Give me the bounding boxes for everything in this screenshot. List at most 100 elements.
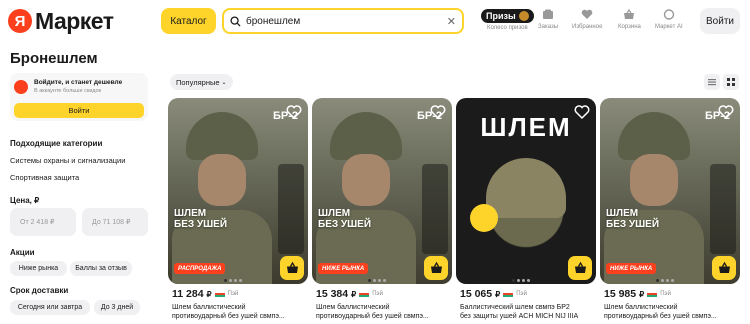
- login-promo-title: Войдите, и станет дешевле: [34, 79, 123, 86]
- add-to-cart-button[interactable]: [280, 256, 304, 280]
- image-carousel-dots[interactable]: [224, 279, 242, 282]
- product-title-line-1[interactable]: Шлем баллистический: [172, 304, 246, 311]
- payment-brand: Пэй: [372, 291, 383, 297]
- yandex-market-logo[interactable]: Я Маркет: [8, 8, 114, 34]
- page-title: Бронешлем: [10, 50, 98, 67]
- grid-view-icon: [727, 78, 735, 86]
- promo-chip-review-points[interactable]: Баллы за отзыв: [70, 261, 132, 276]
- list-view-button[interactable]: [704, 74, 720, 90]
- login-promo-card: Войдите, и станет дешевле В аккаунте бол…: [10, 73, 148, 121]
- feature-strip: [710, 164, 736, 254]
- chevron-down-icon: ⌄: [221, 79, 227, 86]
- sort-label: Популярные: [176, 77, 220, 87]
- cart-icon: [430, 262, 442, 273]
- payment-flag-icon: [647, 291, 658, 297]
- header: Я Маркет Каталог ✕ Призы Колесо призов З…: [0, 0, 750, 44]
- promo-chip-below-market[interactable]: Ниже рынка: [10, 261, 67, 276]
- coin-icon: [518, 11, 529, 21]
- product-image-caption: ШЛЕМ БЕЗ УШЕЙ: [318, 208, 372, 230]
- product-price: 11 284 ₽ Пэй: [172, 288, 238, 300]
- product-price: 15 065 ₽ Пэй: [460, 288, 527, 300]
- prizes-wheel-link[interactable]: Призы Колесо призов: [481, 9, 534, 31]
- promo-badge: РАСПРОДАЖА: [174, 263, 226, 274]
- logo-text: Маркет: [35, 7, 114, 34]
- category-link[interactable]: Спортивная защита: [10, 173, 79, 182]
- favorite-heart-icon[interactable]: [574, 104, 590, 120]
- login-promo-button[interactable]: Войти: [14, 103, 144, 118]
- helmet-illustration: [486, 158, 566, 218]
- clear-search-icon[interactable]: ✕: [447, 15, 456, 28]
- cart-icon: [718, 262, 730, 273]
- cart-label: Корзина: [618, 24, 641, 30]
- image-carousel-dots[interactable]: [368, 279, 386, 282]
- sort-dropdown[interactable]: Популярные ⌄: [170, 74, 233, 90]
- login-promo-subtitle: В аккаунте больше скидок: [34, 88, 102, 94]
- heart-icon: [581, 9, 593, 19]
- delivery-heading: Срок доставки: [10, 286, 69, 295]
- product-image[interactable]: БР-2 ШЛЕМ БЕЗ УШЕЙ НИЖЕ РЫНКА: [600, 98, 740, 284]
- product-title-line-2[interactable]: противоударный без ушей свмпэ...: [604, 313, 717, 320]
- add-to-cart-button[interactable]: [712, 256, 736, 280]
- image-carousel-dots[interactable]: [656, 279, 674, 282]
- login-button[interactable]: Войти: [700, 8, 740, 34]
- promo-badge: НИЖЕ РЫНКА: [318, 263, 369, 274]
- product-title-line-1[interactable]: Шлем баллистический: [316, 304, 390, 311]
- delivery-chip-today-tomorrow[interactable]: Сегодня или завтра: [10, 300, 90, 315]
- price-value: 11 284: [172, 288, 204, 300]
- cart-icon: [624, 9, 635, 19]
- product-image[interactable]: БР-2 ШЛЕМ БЕЗ УШЕЙ НИЖЕ РЫНКА: [312, 98, 452, 284]
- soldier-helmet-illustration: [330, 112, 402, 160]
- product-image-caption: ШЛЕМ БЕЗ УШЕЙ: [606, 208, 660, 230]
- search-icon: [230, 15, 241, 27]
- orders-label: Заказы: [538, 24, 559, 30]
- search-input[interactable]: [246, 15, 447, 27]
- price-value: 15 985: [604, 288, 637, 300]
- product-image[interactable]: ШЛЕМ: [456, 98, 596, 284]
- add-to-cart-button[interactable]: [424, 256, 448, 280]
- soldier-face-illustration: [198, 154, 246, 206]
- prizes-pill: Призы: [481, 9, 534, 23]
- product-image-caption: ШЛЕМ БЕЗ УШЕЙ: [174, 208, 228, 230]
- soldier-helmet-illustration: [186, 112, 258, 160]
- cart-link[interactable]: Корзина: [618, 9, 641, 30]
- delivery-chip-3-days[interactable]: До 3 дней: [94, 300, 140, 315]
- market-ai-link[interactable]: Маркет AI: [655, 9, 683, 30]
- logo-mark: Я: [8, 9, 32, 33]
- product-title-line-1[interactable]: Шлем баллистический: [604, 304, 678, 311]
- favorites-link[interactable]: Избранное: [572, 9, 602, 30]
- price-value: 15 065: [460, 288, 493, 300]
- price-to-input[interactable]: До 71 108 ₽: [82, 208, 148, 236]
- soldier-helmet-illustration: [618, 112, 690, 160]
- price-from-input[interactable]: От 2 418 ₽: [10, 208, 76, 236]
- cart-icon: [286, 262, 298, 273]
- prizes-label: Призы: [486, 11, 516, 21]
- price-currency: ₽: [495, 289, 501, 299]
- product-price: 15 985 ₽ Пэй: [604, 288, 671, 300]
- feature-strip: [278, 164, 304, 254]
- search-bar[interactable]: ✕: [222, 8, 464, 34]
- orders-icon: [543, 9, 554, 19]
- price-currency: ₽: [639, 289, 645, 299]
- promo-heading: Акции: [10, 248, 35, 257]
- favorites-label: Избранное: [572, 24, 603, 30]
- category-link[interactable]: Системы охраны и сигнализации: [10, 156, 125, 165]
- product-title-line-1[interactable]: Баллистический шлем свмпэ БР2: [460, 304, 570, 311]
- payment-brand: Пэй: [516, 291, 527, 297]
- favorite-heart-icon[interactable]: [718, 104, 734, 120]
- market-ai-label: Маркет AI: [655, 24, 683, 30]
- list-view-icon: [708, 79, 716, 86]
- image-carousel-dots[interactable]: [512, 279, 530, 282]
- favorite-heart-icon[interactable]: [286, 104, 302, 120]
- product-title-line-2[interactable]: противоударный без ушей свмпэ...: [316, 313, 429, 320]
- payment-flag-icon: [503, 291, 514, 297]
- product-title-line-2[interactable]: без защиты ушей ACH MICH NIJ IIIA: [460, 313, 578, 320]
- favorite-heart-icon[interactable]: [430, 104, 446, 120]
- orders-link[interactable]: Заказы: [538, 9, 558, 30]
- grid-view-button[interactable]: [723, 74, 739, 90]
- catalog-button[interactable]: Каталог: [161, 8, 216, 34]
- price-currency: ₽: [206, 289, 212, 299]
- product-title-line-2[interactable]: противоударный без ушей свмпэ...: [172, 313, 285, 320]
- add-to-cart-button[interactable]: [568, 256, 592, 280]
- product-image[interactable]: БР-2 ШЛЕМ БЕЗ УШЕЙ РАСПРОДАЖА: [168, 98, 308, 284]
- price-value: 15 384: [316, 288, 349, 300]
